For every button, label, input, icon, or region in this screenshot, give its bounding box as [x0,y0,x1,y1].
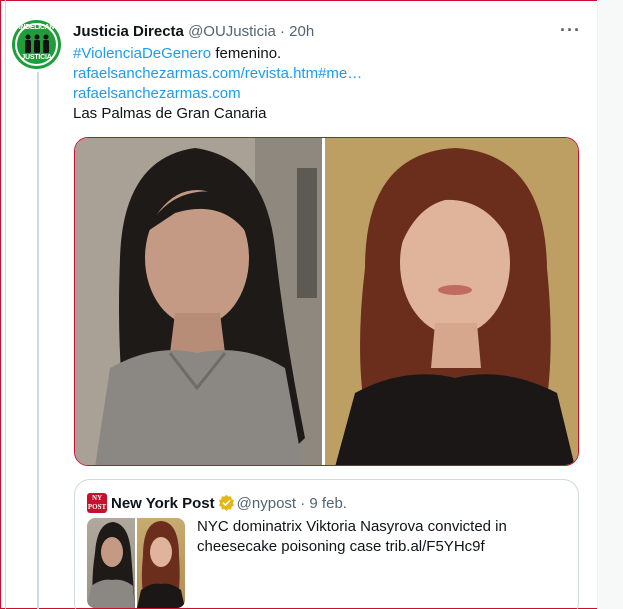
nypost-logo: NY POST [87,493,107,513]
tweet-line-3: rafaelsanchezarmas.com [73,84,241,104]
more-icon[interactable]: ··· [560,21,581,39]
quoted-thumb-left [87,518,135,608]
verified-badge-icon [218,494,234,511]
avatar-text-top: INDELICAN [18,24,55,31]
quoted-thumbnail[interactable] [87,518,185,608]
quoted-text: NYC dominatrix Viktoria Nasyrova convict… [197,518,507,555]
hashtag-link[interactable]: #ViolenciaDeGenero [73,45,211,62]
header-separator: · [279,23,285,40]
quoted-tweet[interactable]: NY POST New York Post @nypost · 9 feb. N… [74,479,579,609]
avatar-figures-icon [25,34,49,53]
tweet-line-1: #ViolenciaDeGenero femenino. [73,44,281,64]
media-photo-left[interactable] [75,138,323,465]
scrollbar-area[interactable] [597,0,623,609]
quoted-handle[interactable]: @nypost [237,495,296,512]
thread-line [37,72,39,609]
quoted-separator: · [300,495,306,512]
url-link-1[interactable]: rafaelsanchezarmas.com/revista.htm#me… [73,65,362,82]
quoted-date[interactable]: 9 feb. [309,495,347,512]
tweet-location: Las Palmas de Gran Canaria [73,105,267,122]
tweet[interactable]: INDELICAN JUSTICIA Justicia Directa @OUJ… [0,0,597,609]
quoted-thumb-right-illustration [137,521,185,608]
quoted-thumb-left-illustration [87,522,135,608]
tweet-media[interactable] [74,137,579,466]
photo-left-illustration [75,138,323,465]
author-handle[interactable]: @OUJusticia [188,23,276,40]
tweet-text: femenino. [211,45,282,62]
url-link-2[interactable]: rafaelsanchezarmas.com [73,85,241,102]
tweet-header: Justicia Directa @OUJusticia · 20h [73,23,314,41]
media-photo-right[interactable] [325,138,578,465]
quoted-thumb-right [137,518,185,608]
quoted-author-name[interactable]: New York Post [111,495,215,512]
author-name[interactable]: Justicia Directa [73,23,184,40]
quoted-header: New York Post @nypost · 9 feb. [111,494,347,513]
tweet-line-2: rafaelsanchezarmas.com/revista.htm#me… [73,64,362,84]
photo-right-illustration [325,138,578,465]
avatar[interactable]: INDELICAN JUSTICIA [12,20,61,69]
avatar-text-bottom: JUSTICIA [21,54,52,61]
tweet-time[interactable]: 20h [289,23,314,40]
